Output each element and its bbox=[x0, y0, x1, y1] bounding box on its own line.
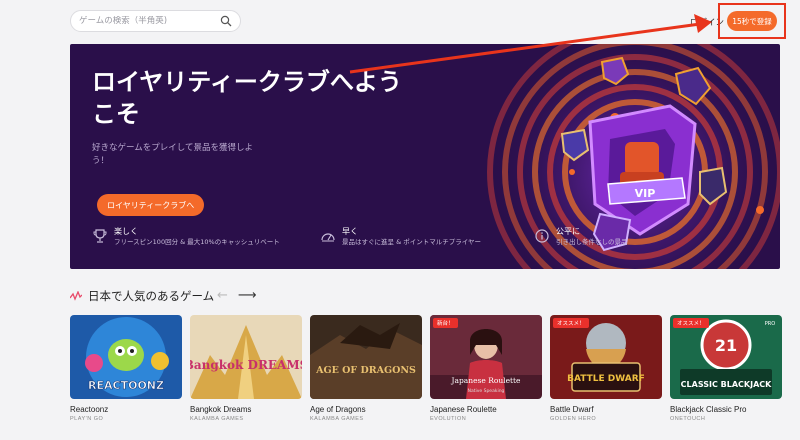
feature-title: 公平に bbox=[556, 227, 580, 236]
search-input[interactable] bbox=[79, 16, 220, 26]
section-title: 日本で人気のあるゲーム bbox=[88, 289, 215, 303]
loyalty-club-button[interactable]: ロイヤリティークラブへ bbox=[97, 194, 205, 216]
register-button[interactable]: 15秒で登録 bbox=[727, 11, 777, 31]
game-thumbnail[interactable]: Bangkok DREAMS bbox=[190, 315, 302, 399]
game-card-blackjack-classic-pro[interactable]: 21 PRO CLASSIC BLACKJACK オススメ！ Blackjack… bbox=[670, 315, 782, 422]
next-arrow-icon[interactable]: ⟶ bbox=[238, 288, 257, 303]
game-art-text: REACTOONZ bbox=[88, 379, 164, 392]
game-art-text: BATTLE DWARF bbox=[567, 374, 645, 384]
game-provider: KALAMBA GAMES bbox=[310, 416, 364, 422]
bangkok-dreams-art: Bangkok DREAMS bbox=[190, 315, 302, 399]
trophy-icon bbox=[93, 229, 107, 243]
game-provider: KALAMBA GAMES bbox=[190, 416, 244, 422]
game-card-bangkok-dreams[interactable]: Bangkok DREAMS Bangkok Dreams KALAMBA GA… bbox=[190, 315, 302, 422]
game-thumbnail[interactable]: Japanese Roulette Native Speaking 新台！ bbox=[430, 315, 542, 399]
recommended-badge: オススメ！ bbox=[673, 318, 709, 328]
section-header: 日本で人気のあるゲーム bbox=[70, 288, 214, 304]
feature-fair: 公平に 引き出し条件なしの景品 bbox=[534, 226, 628, 248]
game-art-text: AGE OF DRAGONS bbox=[315, 365, 416, 376]
game-card-battle-dwarf[interactable]: BATTLE DWARF オススメ！ Battle Dwarf GOLDEN H… bbox=[550, 315, 662, 422]
loyalty-banner: VIP ロイヤリティークラブへようこそ 好きなゲームをプレイして景品を獲得しよう… bbox=[70, 44, 780, 269]
age-of-dragons-art: AGE OF DRAGONS bbox=[310, 315, 422, 399]
game-art-subtext: Native Speaking bbox=[468, 388, 505, 394]
game-provider: PLAY'N GO bbox=[70, 416, 104, 422]
feature-fast: 早く 景品はすぐに進呈 & ポイントマルチプライヤー bbox=[320, 226, 481, 248]
carousel-nav: ← ⟶ bbox=[217, 288, 257, 303]
game-art-tag: PRO bbox=[765, 321, 775, 327]
game-provider: EVOLUTION bbox=[430, 416, 467, 422]
search-box[interactable] bbox=[70, 10, 241, 32]
hero-subtitle: 好きなゲームをプレイして景品を獲得しよう！ bbox=[92, 143, 253, 166]
game-card-japanese-roulette[interactable]: Japanese Roulette Native Speaking 新台！ Ja… bbox=[430, 315, 542, 422]
feature-fun: 楽しく フリースピン100回分 & 最大10%のキャッシュリベート bbox=[92, 226, 280, 248]
register-highlight-box: 15秒で登録 bbox=[718, 3, 786, 39]
game-art-text: CLASSIC BLACKJACK bbox=[681, 380, 772, 389]
game-art-number: 21 bbox=[715, 336, 737, 355]
reactoonz-art: REACTOONZ bbox=[70, 315, 182, 399]
game-art-text: Bangkok DREAMS bbox=[190, 358, 302, 372]
game-art-text: Japanese Roulette bbox=[451, 376, 522, 385]
feature-title: 早く bbox=[342, 227, 358, 236]
hero-title: ロイヤリティークラブへようこそ bbox=[92, 68, 402, 128]
game-thumbnail[interactable]: REACTOONZ bbox=[70, 315, 182, 399]
recommended-badge: オススメ！ bbox=[553, 318, 589, 328]
game-card-reactoonz[interactable]: REACTOONZ Reactoonz PLAY'N GO bbox=[70, 315, 182, 422]
feature-desc: 景品はすぐに進呈 & ポイントマルチプライヤー bbox=[342, 238, 482, 246]
game-name[interactable]: Age of Dragons bbox=[310, 405, 422, 414]
speedometer-icon bbox=[321, 233, 335, 242]
game-provider: ONETOUCH bbox=[670, 416, 706, 422]
game-provider: GOLDEN HERO bbox=[550, 416, 597, 422]
game-name[interactable]: Reactoonz bbox=[70, 405, 182, 414]
game-name[interactable]: Japanese Roulette bbox=[430, 405, 542, 414]
info-icon bbox=[535, 229, 549, 243]
game-card-age-of-dragons[interactable]: AGE OF DRAGONS Age of Dragons KALAMBA GA… bbox=[310, 315, 422, 422]
game-name[interactable]: Bangkok Dreams bbox=[190, 405, 302, 414]
game-name[interactable]: Battle Dwarf bbox=[550, 405, 662, 414]
feature-desc: フリースピン100回分 & 最大10%のキャッシュリベート bbox=[114, 238, 280, 246]
search-icon[interactable] bbox=[220, 15, 232, 27]
game-thumbnail[interactable]: AGE OF DRAGONS bbox=[310, 315, 422, 399]
game-name[interactable]: Blackjack Classic Pro bbox=[670, 405, 782, 414]
game-thumbnail[interactable]: 21 PRO CLASSIC BLACKJACK オススメ！ bbox=[670, 315, 782, 399]
feature-desc: 引き出し条件なしの景品 bbox=[556, 238, 628, 246]
new-badge: 新台！ bbox=[433, 318, 458, 328]
feature-title: 楽しく bbox=[114, 227, 138, 236]
game-thumbnail[interactable]: BATTLE DWARF オススメ！ bbox=[550, 315, 662, 399]
prev-arrow-icon[interactable]: ← bbox=[217, 288, 228, 303]
vip-label: VIP bbox=[635, 187, 656, 200]
trending-icon bbox=[70, 291, 82, 301]
